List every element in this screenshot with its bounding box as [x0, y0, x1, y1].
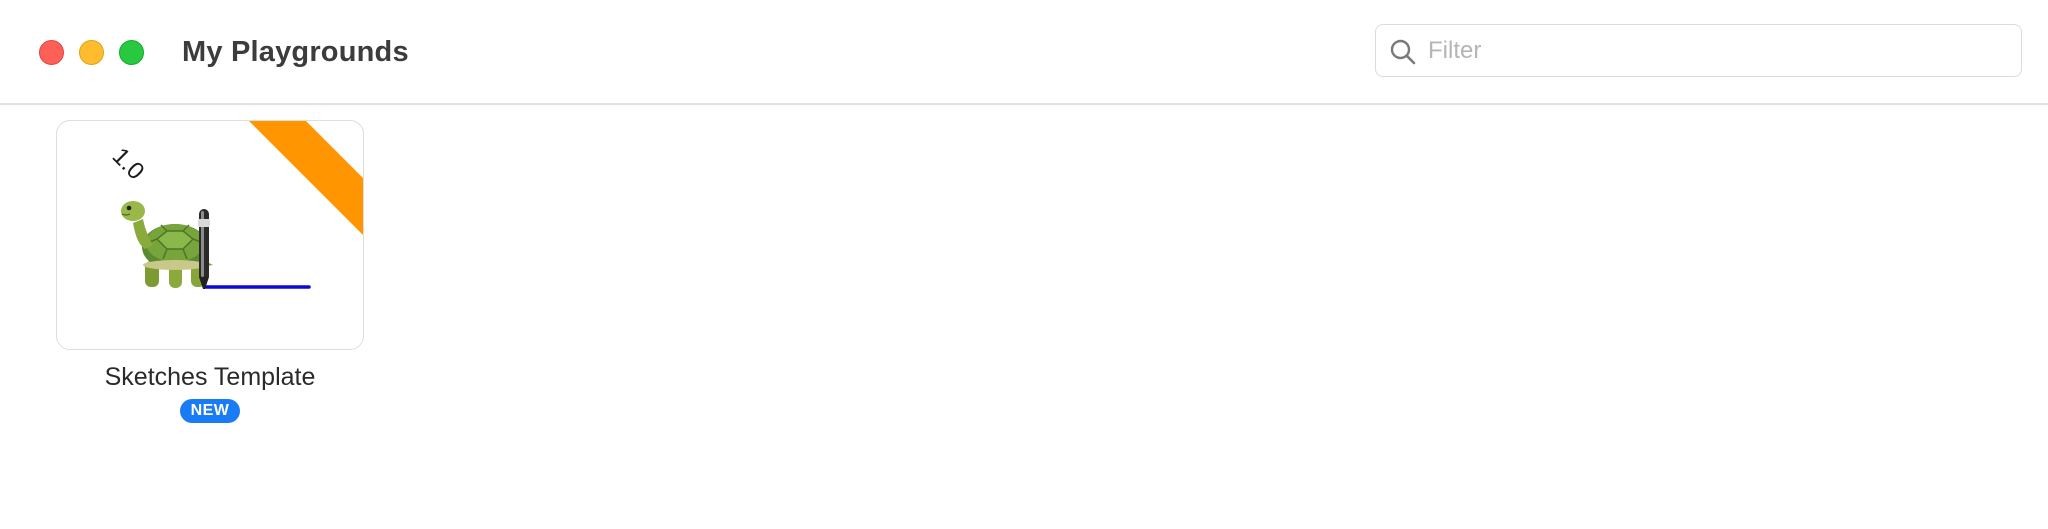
close-window-button[interactable]	[39, 40, 64, 65]
zoom-window-button[interactable]	[119, 40, 144, 65]
new-badge: NEW	[180, 399, 240, 423]
filter-search-field[interactable]	[1375, 24, 2022, 77]
version-label: 1.0	[107, 143, 150, 186]
playground-title[interactable]: Sketches Template	[56, 362, 364, 392]
minimize-window-button[interactable]	[79, 40, 104, 65]
playgrounds-window: My Playgrounds Filter 1.0 Sketches Templ…	[0, 0, 2048, 529]
title-bar: My Playgrounds	[0, 0, 2048, 105]
magnifying-glass-icon	[1390, 39, 1416, 65]
playground-thumbnail[interactable]: 1.0	[56, 120, 364, 350]
window-title: My Playgrounds	[182, 36, 409, 68]
playground-card-sketches-template[interactable]: 1.0 Sketches Template NEW	[56, 120, 364, 436]
playgrounds-grid: 1.0 Sketches Template NEW	[0, 105, 2048, 529]
version-ribbon	[249, 121, 363, 235]
filter-input[interactable]	[1428, 33, 2008, 69]
